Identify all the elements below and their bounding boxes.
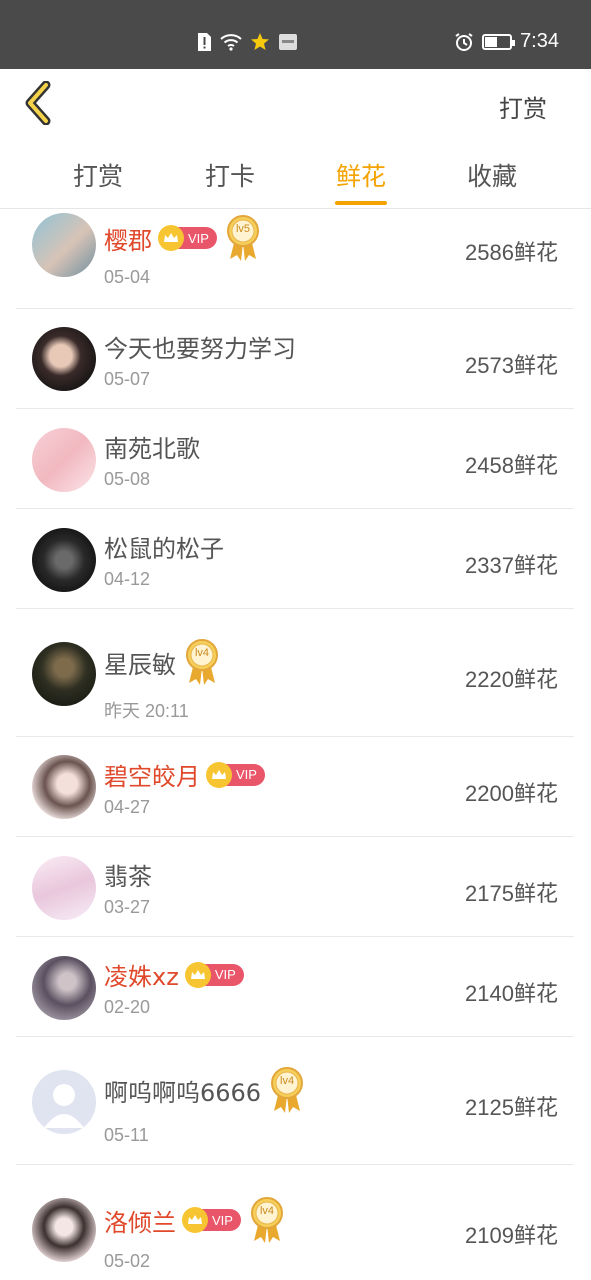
flower-count: 2458鲜花 [465, 453, 558, 478]
wifi-icon [220, 34, 242, 51]
user-name[interactable]: 樱郡 [104, 221, 152, 256]
level-label: lv4 [194, 647, 210, 659]
tab-bar: 打赏 打卡 鲜花 收藏 [0, 139, 591, 209]
tab-flowers[interactable]: 鲜花 [311, 157, 411, 205]
list-item[interactable]: 樱郡 VIP lv5 05-04 2586鲜花 [16, 209, 574, 309]
user-date: 05-11 [104, 1125, 149, 1145]
user-date: 02-20 [104, 997, 151, 1017]
crown-icon [158, 225, 184, 251]
avatar[interactable] [32, 755, 96, 819]
tab-label: 收藏 [466, 162, 517, 191]
user-date: 04-27 [104, 797, 151, 817]
level-medal-icon: lv4 [249, 1195, 285, 1245]
avatar[interactable] [32, 1070, 96, 1134]
list-item[interactable]: 翡茶 03-27 2175鲜花 [16, 837, 574, 937]
vip-label: VIP [212, 1212, 233, 1228]
status-right: 7:34 [454, 30, 559, 53]
user-name[interactable]: 啊呜啊呜6666 [104, 1073, 261, 1108]
flower-count: 2175鲜花 [465, 881, 558, 906]
level-label: lv4 [259, 1205, 274, 1217]
user-name[interactable]: 松鼠的松子 [104, 529, 224, 564]
user-date: 昨天 20:11 [104, 701, 189, 721]
sim-alert-icon [198, 33, 211, 51]
vip-badge: VIP [158, 225, 217, 251]
reward-button[interactable]: 打赏 [499, 89, 547, 124]
vip-label: VIP [188, 230, 209, 246]
list-item[interactable]: 松鼠的松子 04-12 2337鲜花 [16, 509, 574, 609]
user-name[interactable]: 星辰敏 [104, 645, 176, 680]
crown-icon [206, 761, 232, 788]
sms-app-icon [279, 34, 297, 50]
list-item[interactable]: 凌姝xz VIP 02-20 2140鲜花 [16, 937, 574, 1037]
back-arrow-icon[interactable] [22, 81, 62, 125]
level-medal-icon: lv4 [269, 1065, 305, 1115]
avatar[interactable] [32, 956, 96, 1020]
vip-badge: VIP [182, 1207, 241, 1233]
status-icons [196, 32, 298, 52]
user-date: 03-27 [104, 897, 151, 917]
vip-badge: VIP [184, 961, 244, 988]
tab-reward[interactable]: 打赏 [48, 157, 148, 193]
avatar[interactable] [32, 856, 96, 920]
flower-count: 2337鲜花 [465, 553, 558, 578]
star-icon [251, 33, 269, 50]
crown-icon [184, 961, 211, 988]
user-date: 05-07 [104, 369, 151, 389]
list-item[interactable]: 洛倾兰 VIP lv4 05-02 2109鲜花 [16, 1165, 574, 1280]
user-date: 05-04 [104, 267, 151, 287]
list-item[interactable]: 南苑北歌 05-08 2458鲜花 [16, 409, 574, 509]
flower-count: 2109鲜花 [465, 1223, 558, 1248]
user-name[interactable]: 凌姝xz [104, 957, 179, 992]
flower-count: 2140鲜花 [465, 981, 558, 1006]
level-medal-icon: lv5 [225, 213, 261, 263]
user-name[interactable]: 翡茶 [104, 857, 152, 892]
flower-count: 2200鲜花 [465, 781, 558, 806]
list-item[interactable]: 碧空皎月 VIP 04-27 2200鲜花 [16, 737, 574, 837]
avatar[interactable] [32, 1198, 96, 1262]
vip-badge: VIP [206, 761, 265, 788]
tab-label: 打赏 [72, 162, 123, 191]
avatar[interactable] [32, 327, 96, 391]
vip-label: VIP [214, 967, 236, 982]
avatar[interactable] [32, 528, 96, 592]
flower-count: 2220鲜花 [465, 667, 558, 692]
tab-underline [335, 201, 387, 205]
crown-icon [182, 1207, 208, 1233]
user-date: 05-02 [104, 1251, 151, 1271]
user-name[interactable]: 洛倾兰 [104, 1203, 176, 1238]
status-bar: 7:34 [0, 0, 591, 69]
default-avatar-icon [44, 1084, 84, 1128]
status-time: 7:34 [520, 30, 559, 52]
tab-label: 鲜花 [335, 162, 386, 191]
battery-icon [482, 33, 516, 50]
flower-count: 2125鲜花 [465, 1095, 558, 1120]
tab-label: 打卡 [204, 162, 255, 191]
avatar[interactable] [32, 213, 96, 277]
flower-count: 2573鲜花 [465, 353, 558, 378]
alarm-icon [455, 32, 473, 51]
level-medal-icon: lv4 [184, 637, 220, 687]
user-date: 05-08 [104, 469, 151, 489]
avatar[interactable] [32, 428, 96, 492]
list-item[interactable]: 啊呜啊呜6666 lv4 05-11 2125鲜花 [16, 1037, 574, 1165]
list-item[interactable]: 星辰敏 lv4 昨天 20:11 2220鲜花 [16, 609, 574, 737]
level-label: lv5 [235, 223, 250, 235]
app-header: 打赏 [0, 69, 591, 139]
user-date: 04-12 [104, 569, 151, 589]
user-name[interactable]: 南苑北歌 [104, 429, 200, 464]
tab-checkin[interactable]: 打卡 [180, 157, 280, 193]
user-name[interactable]: 今天也要努力学习 [104, 329, 296, 364]
vip-label: VIP [236, 767, 257, 782]
level-label: lv4 [280, 1075, 295, 1087]
user-name[interactable]: 碧空皎月 [104, 757, 200, 792]
avatar[interactable] [32, 642, 96, 706]
flower-count: 2586鲜花 [465, 240, 558, 265]
list-item[interactable]: 今天也要努力学习 05-07 2573鲜花 [16, 309, 574, 409]
tab-favorites[interactable]: 收藏 [442, 157, 542, 193]
